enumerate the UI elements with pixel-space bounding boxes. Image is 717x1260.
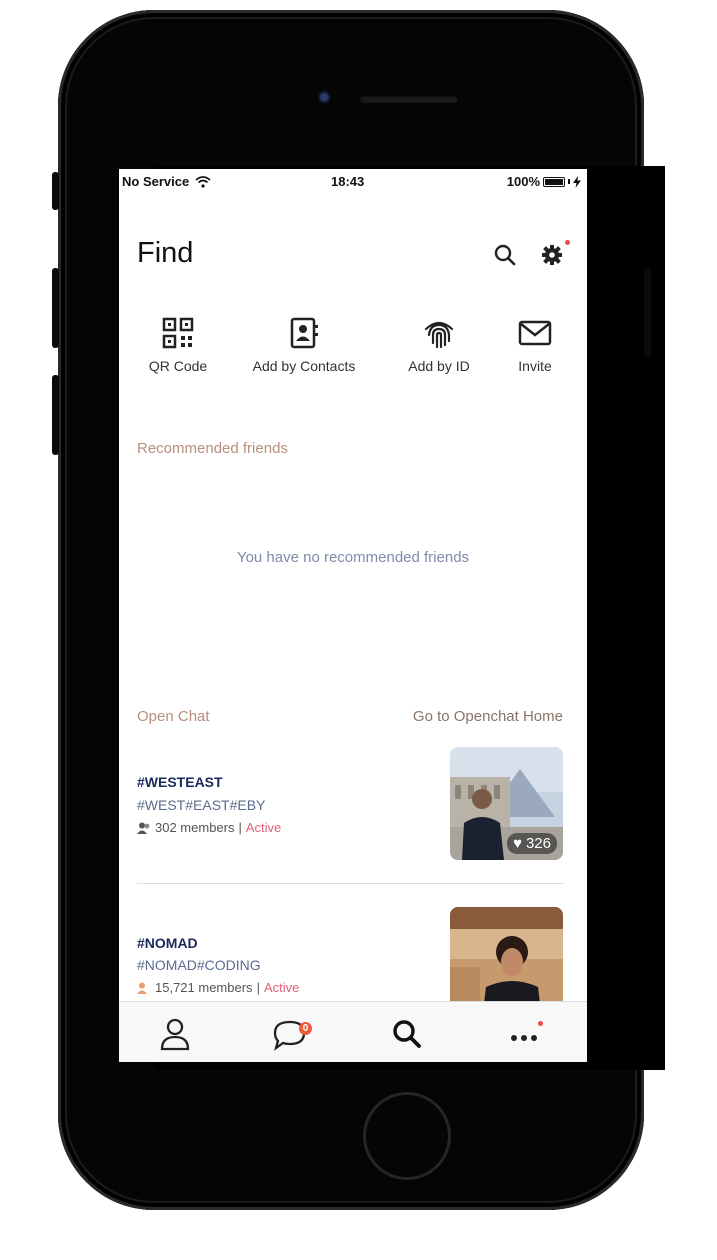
carrier-label: No Service [122, 174, 190, 189]
tab-bar: 0 [119, 1001, 587, 1062]
meta-separator: | [256, 980, 260, 995]
qr-code-button[interactable]: QR Code [143, 317, 213, 374]
heart-icon: ♥ [513, 835, 522, 852]
settings-notification-dot [565, 240, 570, 245]
invite-button[interactable]: Invite [505, 317, 565, 374]
chat-thumbnail: ♥ 326 [450, 747, 563, 860]
members-icon [137, 822, 150, 834]
front-camera [317, 90, 333, 106]
envelope-icon [518, 320, 552, 346]
home-button[interactable] [363, 1092, 451, 1180]
add-by-id-label: Add by ID [408, 358, 470, 374]
battery-percent: 100% [506, 174, 540, 189]
chat-name: #NOMAD [137, 935, 198, 951]
chat-hashtags: #WEST#EAST#EBY [137, 797, 266, 813]
earpiece-speaker [360, 95, 458, 103]
chat-meta: 302 members | Active [137, 820, 281, 835]
battery-icon [543, 176, 565, 187]
chat-meta: 15,721 members | Active [137, 980, 299, 995]
gear-icon[interactable] [539, 241, 567, 269]
add-by-contacts-label: Add by Contacts [252, 358, 356, 374]
open-chat-title: Open Chat [137, 708, 210, 725]
chat-status: Active [245, 820, 282, 835]
add-by-id-button[interactable]: Add by ID [397, 317, 481, 374]
recommended-friends-title: Recommended friends [137, 440, 288, 457]
volume-down-button[interactable] [52, 375, 59, 455]
power-button[interactable] [644, 268, 651, 358]
qr-code-icon [162, 317, 194, 349]
mute-switch[interactable] [52, 172, 59, 210]
chat-hashtags: #NOMAD#CODING [137, 957, 261, 973]
quick-actions: QR Code Add by Contacts Add by ID Invite [119, 317, 587, 387]
no-recommended-message: You have no recommended friends [236, 549, 470, 566]
chat-status: Active [263, 980, 300, 995]
meta-separator: | [238, 820, 242, 835]
search-icon[interactable] [491, 241, 519, 269]
chats-badge: 0 [299, 1022, 312, 1035]
tab-find-search-icon[interactable] [387, 1016, 427, 1052]
volume-up-button[interactable] [52, 268, 59, 348]
member-count: 302 members [155, 820, 235, 835]
app-screen: No Service 18:43 100% Find QR Code Add b… [119, 169, 587, 1062]
tab-friends-person-icon[interactable] [155, 1016, 195, 1052]
chat-divider [137, 883, 563, 884]
like-count: 326 [525, 835, 551, 852]
likes-badge: ♥ 326 [507, 833, 557, 854]
openchat-home-link[interactable]: Go to Openchat Home [413, 708, 563, 725]
more-notification-dot [538, 1021, 543, 1026]
page-title: Find [137, 237, 194, 269]
open-chat-item[interactable]: #WESTEAST #WEST#EAST#EBY 302 members | A… [119, 747, 587, 867]
status-time: 18:43 [331, 174, 365, 189]
member-count: 15,721 members [155, 980, 253, 995]
qr-code-label: QR Code [148, 358, 208, 374]
charging-bolt-icon [573, 175, 581, 188]
fingerprint-icon [424, 321, 454, 349]
members-icon [137, 982, 147, 994]
add-by-contacts-button[interactable]: Add by Contacts [245, 317, 363, 374]
contacts-book-icon [290, 317, 318, 349]
wifi-icon [195, 175, 211, 188]
battery-tip [568, 179, 570, 184]
status-bar: No Service 18:43 100% [119, 169, 587, 195]
invite-label: Invite [518, 358, 552, 374]
chat-name: #WESTEAST [137, 774, 223, 790]
